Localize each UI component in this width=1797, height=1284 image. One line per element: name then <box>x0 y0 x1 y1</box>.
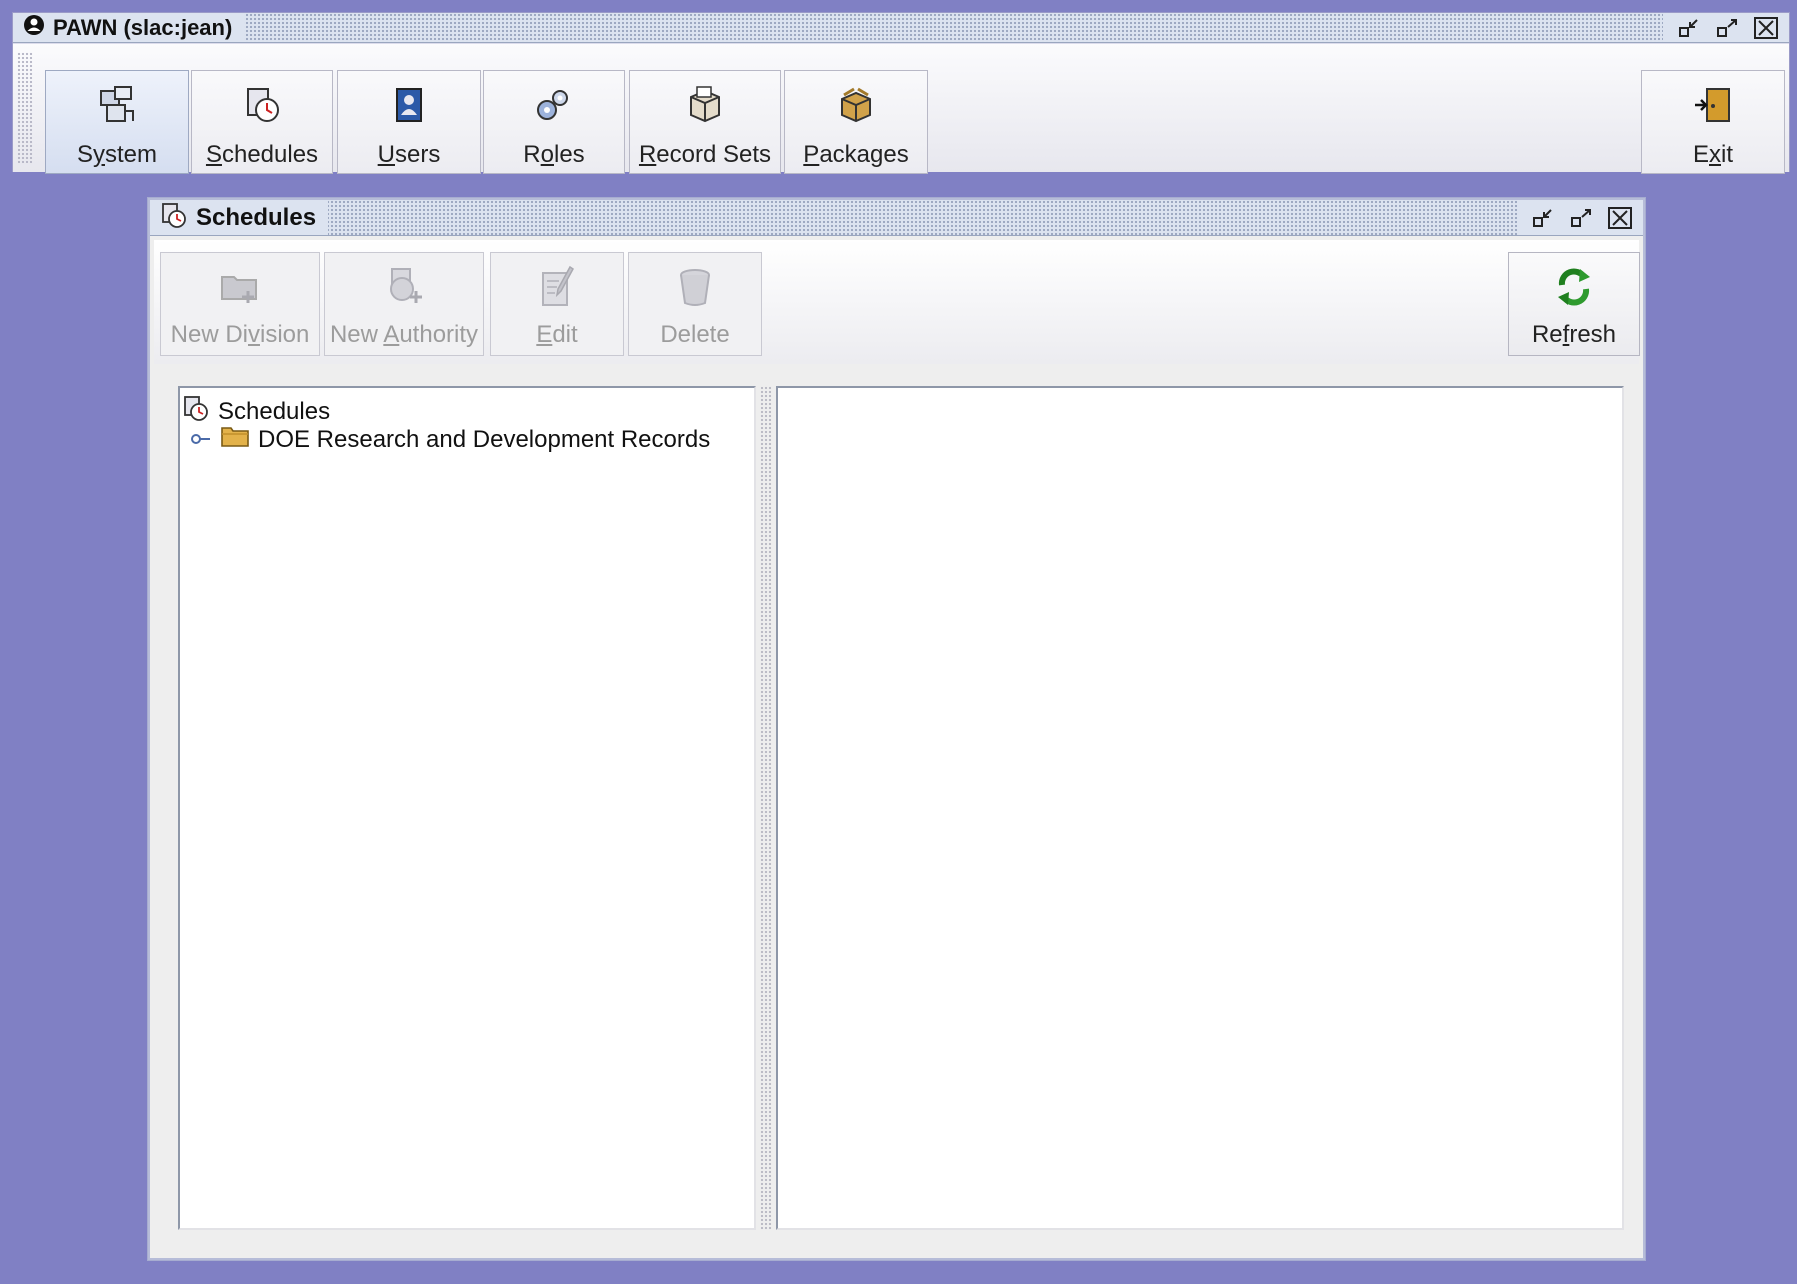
schedules-button[interactable]: Schedules <box>191 70 333 174</box>
close-icon <box>1608 206 1632 229</box>
users-icon <box>387 83 431 127</box>
schedules-title-bar[interactable]: Schedules <box>150 200 1643 236</box>
packages-button[interactable]: Packages <box>784 70 928 174</box>
schedules-maximize-button[interactable] <box>1567 205 1597 231</box>
folder-icon <box>220 424 250 455</box>
schedules-close-button[interactable] <box>1605 205 1635 231</box>
app-user-icon <box>23 14 45 41</box>
tree-node-doe-records[interactable]: DOE Research and Development Records <box>190 424 710 455</box>
packages-icon <box>834 83 878 127</box>
record-sets-button[interactable]: Record Sets <box>629 70 781 174</box>
split-pane-divider[interactable] <box>760 386 772 1230</box>
schedules-iconify-button[interactable] <box>1529 205 1559 231</box>
tree-root-label: Schedules <box>218 397 331 425</box>
new-division-label: New Division <box>170 321 310 348</box>
system-button[interactable]: System <box>45 70 189 174</box>
record-sets-icon <box>683 83 727 127</box>
refresh-button[interactable]: Refresh <box>1508 252 1640 356</box>
schedules-tree[interactable]: Schedules DOE Research and Development R… <box>178 386 756 1230</box>
main-title-bar[interactable]: PAWN (slac:jean) <box>13 13 1789 43</box>
schedules-icon <box>240 83 284 127</box>
edit-button[interactable]: Edit <box>490 252 624 356</box>
new-division-icon <box>218 265 262 309</box>
new-authority-button[interactable]: New Authority <box>324 252 484 356</box>
maximize-icon <box>1717 18 1737 37</box>
iconify-button[interactable] <box>1675 15 1705 41</box>
schedules-label: Schedules <box>205 141 319 168</box>
new-division-button[interactable]: New Division <box>160 252 320 356</box>
detail-panel <box>776 386 1624 1230</box>
main-toolbar: System Schedules Users Roles Record Sets… <box>13 44 1789 174</box>
maximize-button[interactable] <box>1713 15 1743 41</box>
close-button[interactable] <box>1751 15 1781 41</box>
users-label: Users <box>377 141 441 168</box>
iconify-icon <box>1533 208 1552 227</box>
exit-icon <box>1691 83 1735 127</box>
main-window: PAWN (slac:jean) System Schedules Users … <box>12 12 1790 174</box>
delete-icon <box>673 265 717 309</box>
schedules-toolbar: New Division New Authority Edit Delete R… <box>154 240 1640 364</box>
users-button[interactable]: Users <box>337 70 481 174</box>
delete-button[interactable]: Delete <box>628 252 762 356</box>
new-authority-icon <box>382 265 426 309</box>
refresh-icon <box>1552 265 1596 309</box>
schedules-window-icon <box>160 201 188 234</box>
iconify-icon <box>1679 18 1698 37</box>
schedules-window-title: Schedules <box>196 203 317 231</box>
tree-child-label: DOE Research and Development Records <box>258 425 711 453</box>
schedules-window: Schedules New Division New Authority Edi… <box>148 198 1645 1260</box>
delete-label: Delete <box>660 321 730 348</box>
expand-handle-icon[interactable] <box>190 426 212 454</box>
maximize-icon <box>1571 208 1591 227</box>
edit-icon <box>535 265 579 309</box>
app-title: PAWN (slac:jean) <box>53 14 233 40</box>
edit-label: Edit <box>536 321 578 348</box>
system-label: System <box>76 141 158 168</box>
close-icon <box>1754 16 1778 39</box>
exit-button[interactable]: Exit <box>1641 70 1785 174</box>
record-sets-label: Record Sets <box>638 141 772 168</box>
exit-label: Exit <box>1692 141 1733 168</box>
refresh-label: Refresh <box>1531 321 1617 348</box>
roles-label: Roles <box>523 141 585 168</box>
new-authority-label: New Authority <box>329 321 479 348</box>
toolbar-grip[interactable] <box>17 52 33 164</box>
packages-label: Packages <box>803 141 909 168</box>
roles-icon <box>532 83 576 127</box>
system-icon <box>95 83 139 127</box>
roles-button[interactable]: Roles <box>483 70 625 174</box>
